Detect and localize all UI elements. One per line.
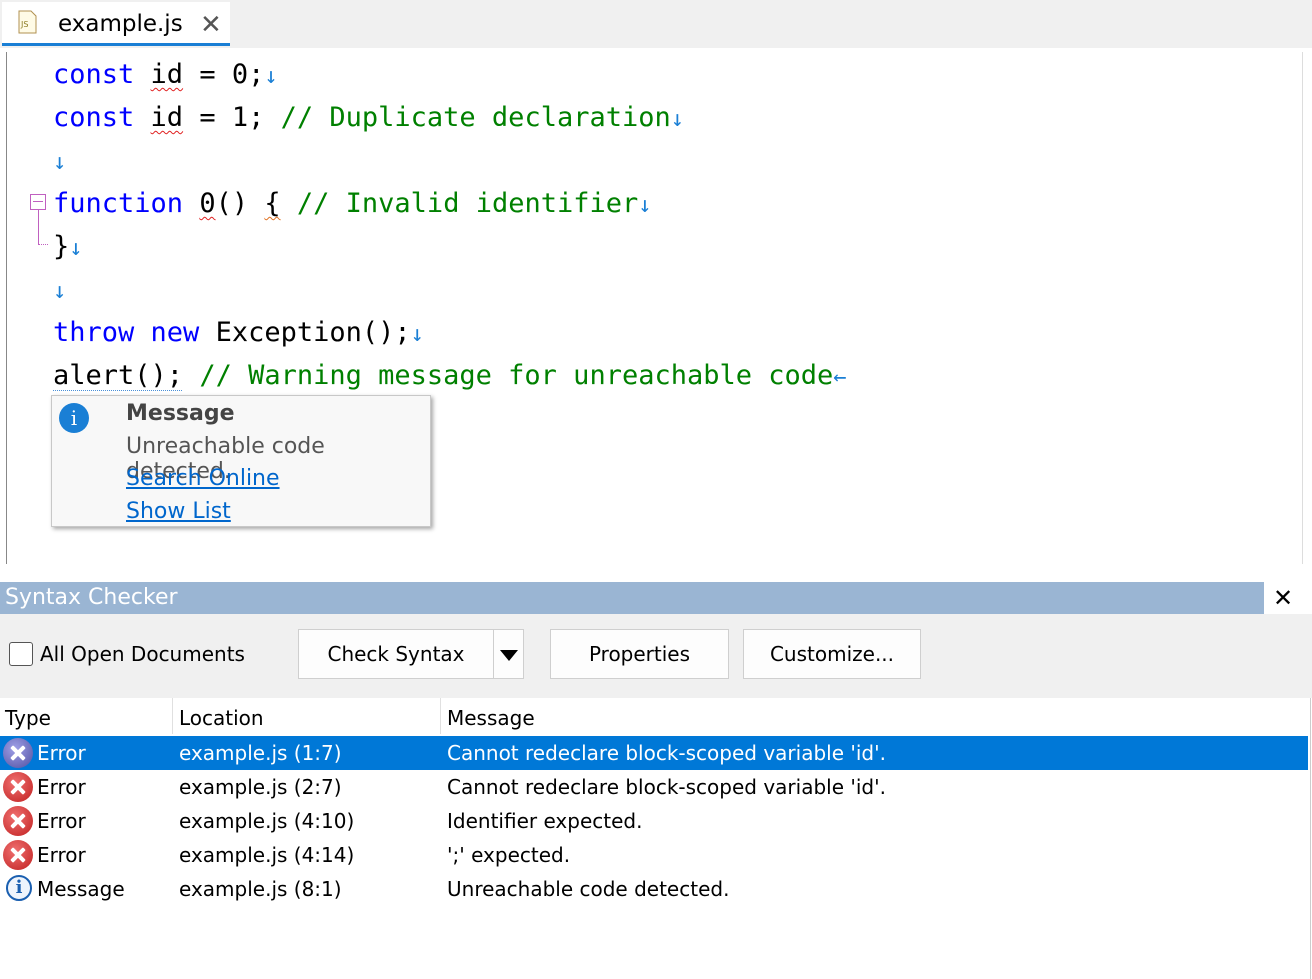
code-line-8: alert(); // Warning message for unreacha… xyxy=(53,360,847,391)
error-icon xyxy=(3,772,33,802)
search-online-link[interactable]: Search Online xyxy=(126,466,280,491)
row-type: Error xyxy=(37,843,86,867)
tab-title: example.js xyxy=(58,11,183,37)
panel-close-icon[interactable]: ✕ xyxy=(1273,584,1293,612)
row-message: Cannot redeclare block-scoped variable '… xyxy=(447,775,886,799)
tab-bar: JS example.js ✕ xyxy=(0,0,1312,48)
table-row[interactable]: Error example.js (1:7) Cannot redeclare … xyxy=(0,736,1308,770)
fold-guide xyxy=(38,210,39,244)
results-grid: Type Location Message Error example.js (… xyxy=(0,698,1311,979)
row-location: example.js (8:1) xyxy=(179,877,342,901)
row-message: Unreachable code detected. xyxy=(447,877,730,901)
code-line-4: function 0() { // Invalid identifier↓ xyxy=(53,188,652,219)
info-icon: i xyxy=(6,875,32,901)
row-type: Error xyxy=(37,809,86,833)
syntax-checker-header: Syntax Checker xyxy=(0,582,1264,614)
check-syntax-button[interactable]: Check Syntax xyxy=(298,629,494,679)
row-location: example.js (4:10) xyxy=(179,809,355,833)
row-message: ';' expected. xyxy=(447,843,571,867)
row-location: example.js (1:7) xyxy=(179,741,342,765)
row-message: Identifier expected. xyxy=(447,809,643,833)
column-header-location[interactable]: Location xyxy=(179,706,264,730)
column-divider[interactable] xyxy=(440,698,441,734)
code-line-5: }↓ xyxy=(53,231,83,262)
row-type: Error xyxy=(37,775,86,799)
fold-toggle-icon[interactable] xyxy=(30,194,46,210)
table-row[interactable]: Error example.js (2:7) Cannot redeclare … xyxy=(0,770,1308,804)
tab-close-icon[interactable]: ✕ xyxy=(200,10,222,40)
column-header-type[interactable]: Type xyxy=(5,706,51,730)
row-type: Error xyxy=(37,741,86,765)
code-line-3: ↓ xyxy=(53,150,67,175)
table-row[interactable]: Error example.js (4:14) ';' expected. xyxy=(0,838,1308,872)
info-icon: i xyxy=(59,403,89,433)
properties-button[interactable]: Properties xyxy=(550,629,729,679)
column-divider[interactable] xyxy=(172,698,173,734)
error-icon xyxy=(3,738,33,768)
svg-text:JS: JS xyxy=(20,20,28,29)
tooltip-title: Message xyxy=(126,401,235,426)
code-line-2: const id = 1; // Duplicate declaration↓ xyxy=(53,102,684,133)
code-line-1: const id = 0;↓ xyxy=(53,59,278,90)
chevron-down-icon xyxy=(499,650,518,661)
panel-title: Syntax Checker xyxy=(5,585,178,610)
all-open-documents-label: All Open Documents xyxy=(40,642,245,666)
message-tooltip: i Message Unreachable code detected. Sea… xyxy=(51,395,431,527)
code-line-6: ↓ xyxy=(53,279,67,304)
table-row[interactable]: Error example.js (4:10) Identifier expec… xyxy=(0,804,1308,838)
row-location: example.js (2:7) xyxy=(179,775,342,799)
all-open-documents-checkbox[interactable] xyxy=(9,642,33,666)
column-header-message[interactable]: Message xyxy=(447,706,535,730)
tab-example-js[interactable]: JS example.js ✕ xyxy=(2,2,230,46)
js-file-icon: JS xyxy=(18,10,37,34)
error-icon xyxy=(3,840,33,870)
show-list-link[interactable]: Show List xyxy=(126,499,231,524)
error-icon xyxy=(3,806,33,836)
table-row[interactable]: i Message example.js (8:1) Unreachable c… xyxy=(0,872,1308,906)
check-syntax-dropdown[interactable] xyxy=(493,629,524,679)
row-message: Cannot redeclare block-scoped variable '… xyxy=(447,741,886,765)
customize-button[interactable]: Customize... xyxy=(743,629,921,679)
fold-guide-end xyxy=(38,244,48,246)
row-location: example.js (4:14) xyxy=(179,843,355,867)
row-type: Message xyxy=(37,877,125,901)
code-line-7: throw new Exception();↓ xyxy=(53,317,424,348)
